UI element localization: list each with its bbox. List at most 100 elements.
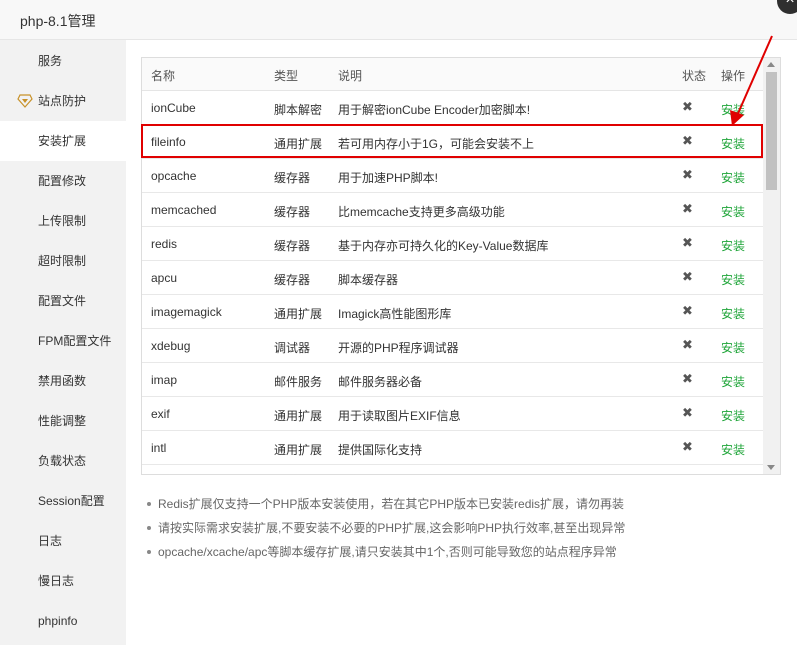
- sidebar-item[interactable]: 禁用函数: [0, 361, 126, 401]
- sidebar-item-label: 上传限制: [38, 214, 87, 228]
- extension-name: intl: [151, 441, 167, 455]
- sidebar-item[interactable]: 慢日志: [0, 561, 126, 601]
- extension-description: 提供国际化支持: [338, 443, 423, 457]
- sidebar-item[interactable]: 日志: [0, 521, 126, 561]
- scroll-down-arrow-icon[interactable]: [767, 465, 775, 470]
- status-not-installed-icon: ✖: [682, 405, 693, 420]
- header-status: 状态: [682, 69, 707, 83]
- sidebar-item[interactable]: 性能调整: [0, 401, 126, 441]
- install-button[interactable]: 安装: [721, 237, 745, 254]
- status-not-installed-icon: ✖: [682, 371, 693, 386]
- extension-type: 通用扩展: [274, 409, 323, 423]
- table-row: redis 缓存器 基于内存亦可持久化的Key-Value数据库 ✖ 安装: [142, 227, 764, 261]
- sidebar-item-label: 配置修改: [38, 174, 87, 188]
- extension-name: opcache: [151, 169, 197, 183]
- extension-name: memcached: [151, 203, 217, 217]
- extension-type: 通用扩展: [274, 307, 323, 321]
- status-not-installed-icon: ✖: [682, 269, 693, 284]
- sidebar-item[interactable]: 服务: [0, 41, 126, 81]
- table-row: opcache 缓存器 用于加速PHP脚本! ✖ 安装: [142, 159, 764, 193]
- sidebar-item-label: 性能调整: [38, 414, 87, 428]
- sidebar-item-label: FPM配置文件: [38, 334, 112, 348]
- status-not-installed-icon: ✖: [682, 439, 693, 454]
- shield-icon: [17, 94, 33, 108]
- install-button[interactable]: 安装: [721, 373, 745, 390]
- table-row: [142, 465, 764, 474]
- sidebar-item-label: 禁用函数: [38, 374, 87, 388]
- table-row: imap 邮件服务 邮件服务器必备 ✖ 安装: [142, 363, 764, 397]
- note-item: Redis扩展仅支持一个PHP版本安装使用，若在其它PHP版本已安装redis扩…: [144, 495, 784, 519]
- sidebar-item[interactable]: Session配置: [0, 481, 126, 521]
- extension-name: imagemagick: [151, 305, 222, 319]
- table-row: apcu 缓存器 脚本缓存器 ✖ 安装: [142, 261, 764, 295]
- status-not-installed-icon: ✖: [682, 337, 693, 352]
- table-row: xdebug 调试器 开源的PHP程序调试器 ✖ 安装: [142, 329, 764, 363]
- sidebar-item-label: 负载状态: [38, 454, 87, 468]
- php-manager-window: php-8.1管理 × 服务站点防护安装扩展配置修改上传限制超时限制配置文件FP…: [0, 0, 797, 645]
- install-button[interactable]: 安装: [721, 203, 745, 220]
- extension-type: 缓存器: [274, 205, 311, 219]
- status-not-installed-icon: ✖: [682, 235, 693, 250]
- sidebar-item[interactable]: 超时限制: [0, 241, 126, 281]
- highlight-annotation-box: [141, 124, 763, 158]
- extension-type: 邮件服务: [274, 375, 323, 389]
- table-row: imagemagick 通用扩展 Imagick高性能图形库 ✖ 安装: [142, 295, 764, 329]
- extension-description: 基于内存亦可持久化的Key-Value数据库: [338, 239, 549, 253]
- sidebar-item[interactable]: 配置修改: [0, 161, 126, 201]
- header-desc: 说明: [338, 69, 363, 83]
- sidebar: 服务站点防护安装扩展配置修改上传限制超时限制配置文件 FPM配置文件 禁用函数性能调…: [0, 40, 126, 645]
- sidebar-item-label: 安装扩展: [38, 134, 87, 148]
- sidebar-item[interactable]: 安装扩展: [0, 121, 126, 161]
- sidebar-item[interactable]: phpinfo: [0, 601, 126, 641]
- status-not-installed-icon: ✖: [682, 303, 693, 318]
- status-not-installed-icon: ✖: [682, 201, 693, 216]
- sidebar-item-label: 站点防护: [38, 94, 87, 108]
- table-row: memcached 缓存器 比memcache支持更多高级功能 ✖ 安装: [142, 193, 764, 227]
- sidebar-item-label: 慢日志: [38, 574, 75, 588]
- sidebar-item-label: phpinfo: [38, 614, 78, 628]
- extension-name: redis: [151, 237, 178, 251]
- extension-description: 开源的PHP程序调试器: [338, 341, 459, 355]
- notes-list: Redis扩展仅支持一个PHP版本安装使用，若在其它PHP版本已安装redis扩…: [144, 495, 784, 567]
- extension-description: 用于解密ionCube Encoder加密脚本!: [338, 103, 531, 117]
- install-button[interactable]: 安装: [721, 169, 745, 186]
- extension-name: exif: [151, 407, 170, 421]
- install-button[interactable]: 安装: [721, 271, 745, 288]
- table-row: ionCube 脚本解密 用于解密ionCube Encoder加密脚本! ✖ 安装: [142, 91, 764, 125]
- extension-description: 用于读取图片EXIF信息: [338, 409, 461, 423]
- extension-description: 邮件服务器必备: [338, 375, 423, 389]
- extension-name: ionCube: [151, 101, 196, 115]
- extension-type: 调试器: [274, 341, 311, 355]
- sidebar-item[interactable]: 站点防护: [0, 81, 126, 121]
- table-row: intl 通用扩展 提供国际化支持 ✖ 安装: [142, 431, 764, 465]
- extension-type: 脚本解密: [274, 103, 323, 117]
- install-button[interactable]: 安装: [721, 407, 745, 424]
- status-not-installed-icon: ✖: [682, 167, 693, 182]
- extension-description: 用于加速PHP脚本!: [338, 171, 439, 185]
- extension-description: 比memcache支持更多高级功能: [338, 205, 505, 219]
- title-bar: php-8.1管理: [0, 0, 797, 40]
- note-item: 请按实际需求安装扩展,不要安装不必要的PHP扩展,这会影响PHP执行效率,甚至出…: [144, 519, 784, 543]
- sidebar-item-label: 服务: [38, 54, 63, 68]
- sidebar-item[interactable]: 配置文件: [0, 281, 126, 321]
- extension-description: 脚本缓存器: [338, 273, 399, 287]
- table-header: 名称 类型 说明 状态 操作: [142, 58, 764, 91]
- header-name: 名称: [151, 69, 176, 83]
- red-arrow-annotation-icon: [730, 35, 773, 126]
- extension-description: Imagick高性能图形库: [338, 307, 452, 321]
- sidebar-item-label: 日志: [38, 534, 63, 548]
- install-button[interactable]: 安装: [721, 305, 745, 322]
- sidebar-item-label: 配置文件: [38, 294, 87, 308]
- sidebar-item[interactable]: FPM配置文件: [0, 321, 126, 361]
- install-button[interactable]: 安装: [721, 441, 745, 458]
- extension-name: xdebug: [151, 339, 191, 353]
- header-type: 类型: [274, 69, 299, 83]
- sidebar-item[interactable]: 上传限制: [0, 201, 126, 241]
- status-not-installed-icon: ✖: [682, 99, 693, 114]
- sidebar-item[interactable]: 负载状态: [0, 441, 126, 481]
- extensions-table: 名称 类型 说明 状态 操作 ionCube 脚本解密 用于解密ionCube En…: [141, 57, 781, 475]
- extension-name: apcu: [151, 271, 178, 285]
- table-row: exif 通用扩展 用于读取图片EXIF信息 ✖ 安装: [142, 397, 764, 431]
- install-button[interactable]: 安装: [721, 339, 745, 356]
- extension-type: 缓存器: [274, 239, 311, 253]
